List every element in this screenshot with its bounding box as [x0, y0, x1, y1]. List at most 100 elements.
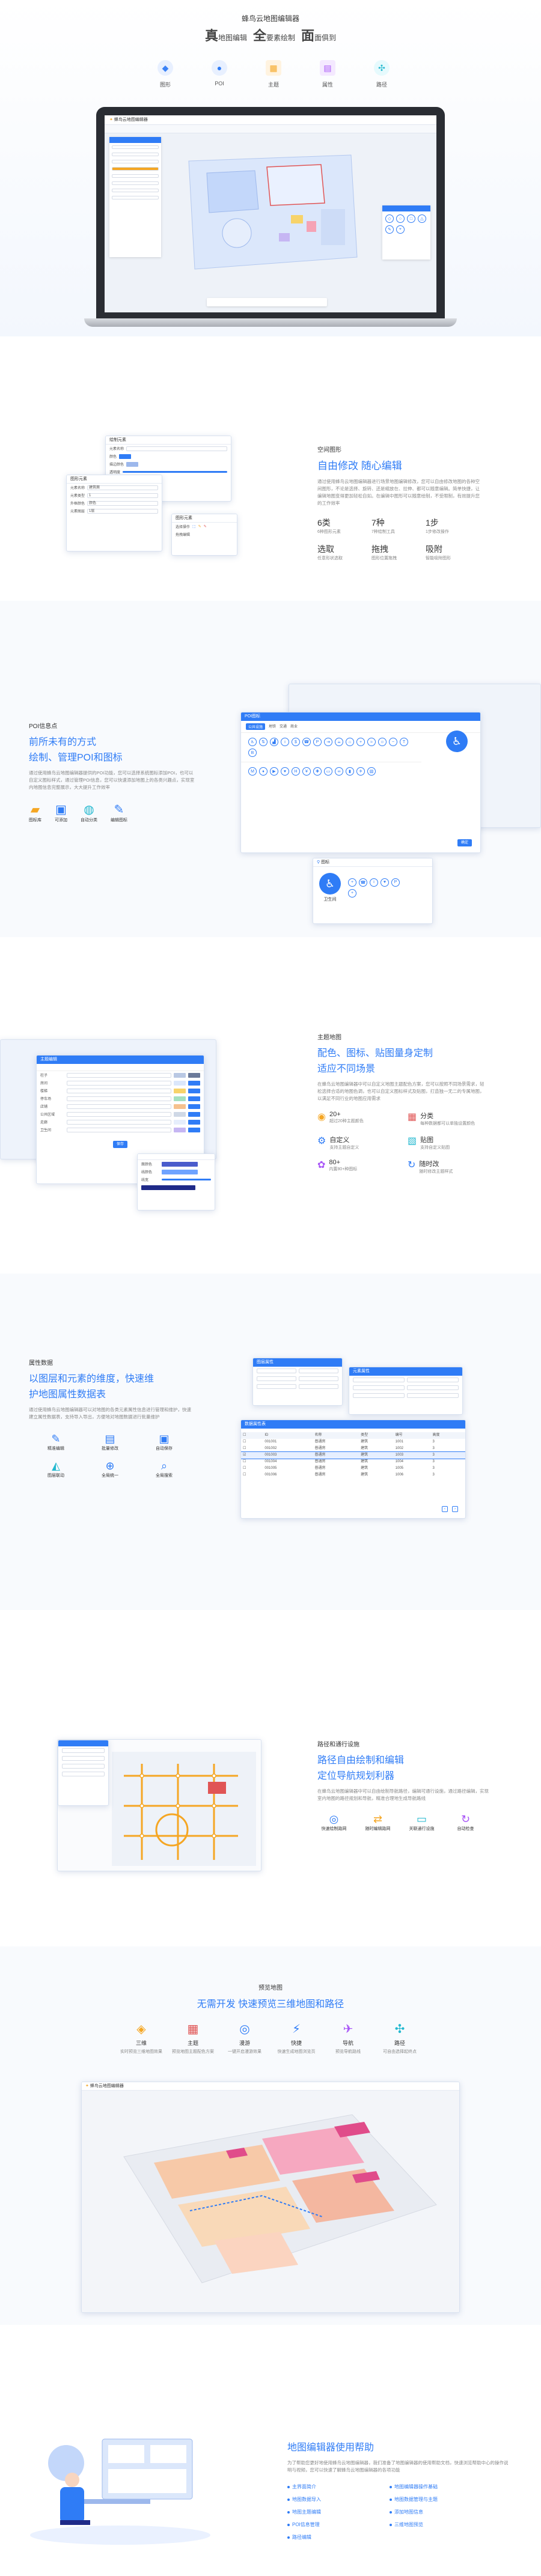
- bike-icon[interactable]: ∞: [335, 767, 343, 776]
- line-color-swatch[interactable]: [162, 1169, 198, 1174]
- baby-icon[interactable]: ☺: [378, 738, 387, 746]
- dialog-title: POI图标: [241, 712, 480, 721]
- hotel-icon[interactable]: H: [292, 767, 300, 776]
- help-link[interactable]: 地图数据导入: [287, 2496, 390, 2503]
- help-link[interactable]: 路径编辑: [287, 2534, 390, 2541]
- tab-traffic[interactable]: 交通: [280, 723, 287, 730]
- wifi-icon[interactable]: ≈: [367, 738, 376, 746]
- help-illustration: [24, 2415, 216, 2547]
- theme-text-block: 主题地图 配色、图标、贴图量身定制 适应不同场景 在蜂鸟云地图编辑器中可以自定义…: [317, 1032, 510, 1174]
- preview-3d-window: ✦ 蜂鸟云地图编辑器: [81, 2082, 460, 2313]
- shape-element-panel: 图形元素 元素名称 建筑面 元素类型 1 外框颜色 颜色 元素图层 1层: [66, 475, 162, 551]
- exit-icon[interactable]: ⇥: [324, 738, 332, 746]
- tab-metro[interactable]: 地铁: [269, 723, 276, 730]
- small-icon[interactable]: i: [370, 878, 378, 887]
- help-link[interactable]: 三维地图预览: [390, 2521, 498, 2528]
- tool-icon[interactable]: ○: [396, 214, 405, 223]
- table-row[interactable]: ☐ 001005 普通房 建筑 1005 3: [241, 1465, 465, 1472]
- hero-feature-shapes[interactable]: ◆ 图形: [147, 60, 183, 88]
- attr-title-line2: 护地图属性数据表: [29, 1390, 106, 1400]
- theme-description: 在蜂鸟云地图编辑器中可以自定义地图主题配色方案，您可以按照不同场景需求，轻松选择…: [317, 1081, 484, 1101]
- flight-icon[interactable]: ✈: [356, 767, 365, 776]
- cinema-icon[interactable]: ▶: [270, 767, 278, 776]
- tool-icon[interactable]: ◇: [385, 214, 394, 223]
- tool-icon[interactable]: □: [407, 214, 415, 223]
- face-color-swatch[interactable]: [162, 1161, 198, 1167]
- restroom-icon[interactable]: ♿: [248, 738, 257, 746]
- small-icon[interactable]: P: [391, 878, 400, 887]
- small-icon[interactable]: ♥: [381, 878, 389, 887]
- table-row[interactable]: ☐ 001004 普通房 建筑 1004 3: [241, 1459, 465, 1465]
- pen-tool-icon[interactable]: ✎: [198, 524, 201, 529]
- taxi-icon[interactable]: T: [400, 738, 408, 746]
- path-icon: ✣: [374, 60, 390, 76]
- elevator-icon[interactable]: ⇅: [259, 738, 267, 746]
- app-map-canvas[interactable]: [171, 137, 363, 281]
- shop-icon[interactable]: ⌂: [346, 738, 354, 746]
- opacity-slider[interactable]: [123, 471, 227, 473]
- line-width-slider[interactable]: [162, 1179, 211, 1180]
- pharmacy-icon[interactable]: ✚: [313, 767, 322, 776]
- hero-feature-attribute[interactable]: ▤ 属性: [310, 60, 346, 88]
- bank-icon[interactable]: ¥: [302, 767, 311, 776]
- batch-edit-icon: ▤: [105, 1433, 115, 1445]
- classify-icon: ▦: [408, 1112, 417, 1122]
- stat-item: 拖拽 图形位置拖拽: [371, 544, 397, 560]
- bus-icon[interactable]: B: [248, 749, 257, 757]
- tool-icon[interactable]: ✎: [385, 225, 394, 234]
- help-link[interactable]: 地图编辑器操作基础: [390, 2483, 498, 2490]
- train-icon[interactable]: ▮: [346, 767, 354, 776]
- gift-icon[interactable]: ♦: [259, 767, 267, 776]
- table-row[interactable]: ☐ 001006 普通房 建筑 1006 3: [241, 1472, 465, 1478]
- table-row[interactable]: ☐ 001001 普通房 建筑 1001 3: [241, 1439, 465, 1445]
- tool-icon[interactable]: △: [418, 214, 426, 223]
- theme-window-title: 主题编辑: [37, 1056, 204, 1064]
- poi-section: POI信息点 前所未有的方式 绘制、管理POI和图标 通过使用蜂鸟云地图编辑器提…: [0, 601, 541, 937]
- element-name-field[interactable]: [126, 446, 227, 451]
- small-icon[interactable]: +: [348, 889, 356, 898]
- small-icon[interactable]: ☎: [359, 878, 367, 887]
- help-link[interactable]: POI信息管理: [287, 2521, 390, 2528]
- smoking-icon[interactable]: ~: [389, 738, 397, 746]
- select-tool-icon[interactable]: ⬚: [192, 524, 196, 529]
- element-layer-select[interactable]: 1层: [87, 508, 158, 514]
- help-link[interactable]: 主界面简介: [287, 2483, 390, 2490]
- food-icon[interactable]: ☕: [335, 738, 343, 746]
- phone-icon[interactable]: ☎: [302, 738, 311, 746]
- tab-public[interactable]: 公共设施: [246, 723, 266, 730]
- medical-icon[interactable]: +: [356, 738, 365, 746]
- help-link[interactable]: 地图主题编辑: [287, 2509, 390, 2515]
- help-link[interactable]: 添加地图信息: [390, 2509, 498, 2515]
- hero-feature-theme[interactable]: ▦ 主题: [255, 60, 292, 88]
- fill-tool-icon[interactable]: ✎: [204, 524, 207, 529]
- poi-feature-item: ◍ 自动分类: [81, 803, 97, 822]
- element-type-select[interactable]: 1: [87, 493, 158, 498]
- stat-item: 6类 6种图形元素: [317, 518, 341, 534]
- element-name-input[interactable]: 建筑面: [87, 485, 158, 490]
- table-row[interactable]: ☐ 001002 普通房 建筑 1002 3: [241, 1445, 465, 1452]
- table-pagination[interactable]: ‹ ›: [441, 1505, 459, 1513]
- dialog-ok-button[interactable]: 确定: [457, 839, 472, 846]
- route-feature-item: ↻ 自动检查: [449, 1813, 482, 1832]
- help-link[interactable]: 地图数据管理与主题: [390, 2496, 498, 2503]
- hero-feature-path[interactable]: ✣ 路径: [364, 60, 400, 88]
- gym-icon[interactable]: ♥: [281, 767, 289, 776]
- preview-3d-map[interactable]: [82, 2091, 460, 2313]
- mall-icon[interactable]: M: [248, 767, 257, 776]
- small-icon[interactable]: +: [348, 878, 356, 887]
- hero-feature-poi[interactable]: ● POI: [201, 60, 237, 88]
- info-icon[interactable]: i: [281, 738, 289, 746]
- ticket-icon[interactable]: ▧: [367, 767, 376, 776]
- route-features: ◎ 快速绘制路网 ⇄ 随时编辑路网 ▭ 关联通行设施 ↻ 自动检查: [317, 1813, 510, 1832]
- table-row-selected[interactable]: ☑ 001003 普通房 建筑 1003 3: [241, 1451, 465, 1459]
- tab-commerce[interactable]: 商业: [290, 723, 298, 730]
- border-color-select[interactable]: 颜色: [87, 500, 158, 506]
- atm-icon[interactable]: $: [292, 738, 300, 746]
- stroke-color-swatch[interactable]: [126, 461, 139, 467]
- tool-icon[interactable]: ⌖: [396, 225, 405, 234]
- fill-color-swatch[interactable]: [119, 454, 132, 459]
- theme-save-button[interactable]: 保存: [112, 1141, 127, 1148]
- parking-icon[interactable]: P: [313, 738, 322, 746]
- car-icon[interactable]: ▭: [324, 767, 332, 776]
- stairs-icon[interactable]: ▟: [270, 738, 278, 746]
